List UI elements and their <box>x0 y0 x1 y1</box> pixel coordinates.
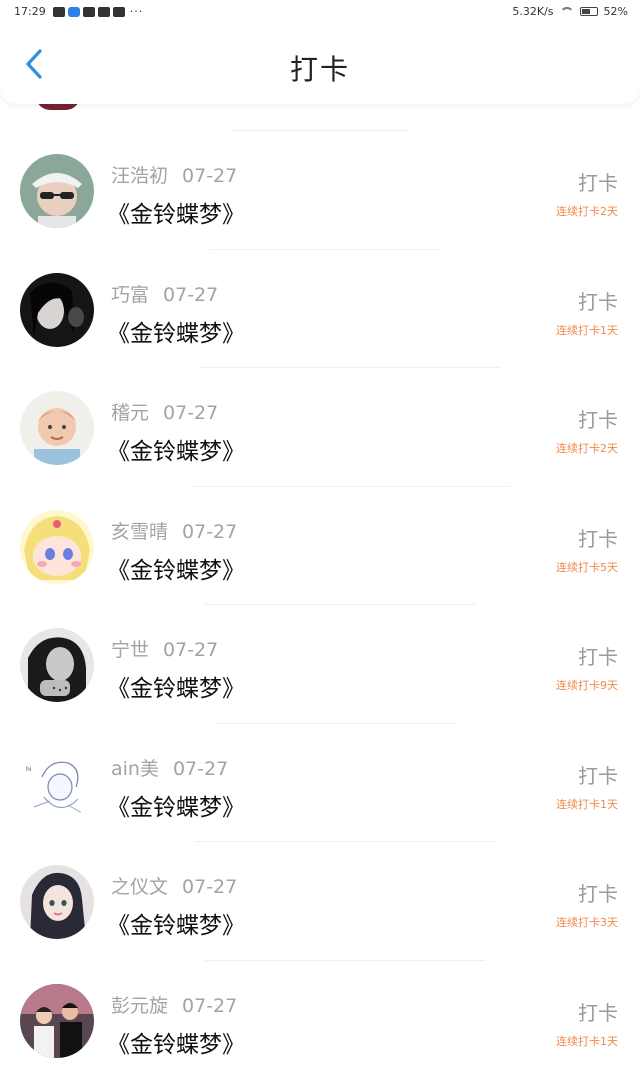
streak-badge: 连续打卡1天 <box>556 322 618 338</box>
checkin-date: 07-27 <box>163 402 218 424</box>
avatar[interactable] <box>20 984 94 1058</box>
streak-badge: 连续打卡3天 <box>556 914 618 930</box>
book-title[interactable]: 《金铃蝶梦》 <box>107 314 245 348</box>
user-name[interactable]: 巧富 <box>111 284 149 306</box>
avatar[interactable] <box>20 628 94 702</box>
user-name[interactable]: 汪浩初 <box>111 165 168 187</box>
user-meta: 宁世 07-27 <box>111 635 218 662</box>
checkin-date: 07-27 <box>163 284 218 306</box>
avatar-image <box>20 628 94 702</box>
network-speed: 5.32K/s <box>512 5 553 18</box>
more-notifications: ··· <box>130 5 144 18</box>
checkin-button[interactable]: 打卡 <box>578 523 618 552</box>
battery-icon <box>580 7 598 16</box>
checkin-date: 07-27 <box>182 521 237 543</box>
avatar-image <box>20 984 94 1058</box>
book-title[interactable]: 《金铃蝶梦》 <box>107 906 245 940</box>
status-bar: 17:29 ··· 5.32K/s 52% <box>0 0 640 24</box>
user-meta: 之仪文 07-27 <box>111 872 237 899</box>
list-item[interactable]: 稽元 07-27 《金铃蝶梦》 打卡连续打卡2天 <box>0 368 640 487</box>
streak-badge: 连续打卡1天 <box>556 1033 618 1049</box>
list-item[interactable]: 宁世 07-27 《金铃蝶梦》 打卡连续打卡9天 <box>0 605 640 724</box>
avatar[interactable] <box>20 510 94 584</box>
list-item[interactable]: 亥雪晴 07-27 《金铃蝶梦》 打卡连续打卡5天 <box>0 487 640 606</box>
user-name[interactable]: 稽元 <box>111 402 149 424</box>
avatar[interactable]: hi <box>20 747 94 821</box>
avatar[interactable] <box>20 154 94 228</box>
user-meta: ain美 07-27 <box>111 754 228 781</box>
avatar[interactable] <box>20 273 94 347</box>
checkin-date: 07-27 <box>163 639 218 661</box>
checkin-button[interactable]: 打卡 <box>578 167 618 196</box>
avatar[interactable] <box>20 865 94 939</box>
avatar-image <box>20 273 94 347</box>
user-name[interactable]: 亥雪晴 <box>111 521 168 543</box>
streak-badge: 连续打卡2天 <box>556 203 618 219</box>
book-title[interactable]: 《金铃蝶梦》 <box>107 195 245 229</box>
streak-badge: 连续打卡5天 <box>556 559 618 575</box>
checkin-button[interactable]: 打卡 <box>578 997 618 1026</box>
checkin-list: 汪浩初07-27《金铃蝶梦》打卡连续打卡2天巧富07-27《金铃蝶梦》打卡连续打… <box>0 131 640 1079</box>
list-item[interactable]: 巧富 07-27 《金铃蝶梦》 打卡连续打卡1天 <box>0 250 640 369</box>
list-item[interactable]: hi ain美 07-27 《金铃蝶梦》 打卡连续打卡1天 <box>0 724 640 843</box>
notification-icon <box>113 7 125 17</box>
notification-icon <box>83 7 95 17</box>
status-left: 17:29 ··· <box>14 5 143 18</box>
avatar-image <box>20 510 94 584</box>
avatar-image: hi <box>20 747 94 821</box>
battery-level: 52% <box>604 5 628 18</box>
avatar-image <box>20 154 94 228</box>
page-title: 打卡 <box>0 48 640 88</box>
list-item[interactable]: 之仪文 07-27 《金铃蝶梦》 打卡连续打卡3天 <box>0 842 640 961</box>
notification-icon <box>98 7 110 17</box>
streak-badge: 连续打卡9天 <box>556 677 618 693</box>
checkin-date: 07-27 <box>182 876 237 898</box>
user-meta: 亥雪晴 07-27 <box>111 517 237 544</box>
list-item[interactable]: 彭元旋 07-27 《金铃蝶梦》 打卡连续打卡1天 <box>0 961 640 1079</box>
user-meta: 稽元 07-27 <box>111 398 218 425</box>
status-right: 5.32K/s 52% <box>512 5 628 18</box>
checkin-button[interactable]: 打卡 <box>578 760 618 789</box>
book-title[interactable]: 《金铃蝶梦》 <box>107 669 245 703</box>
user-name[interactable]: ain美 <box>111 758 159 780</box>
header-bar: 打卡 <box>0 26 640 104</box>
streak-badge: 连续打卡2天 <box>556 440 618 456</box>
list-item[interactable]: 汪浩初 07-27 《金铃蝶梦》 打卡连续打卡2天 <box>0 131 640 250</box>
checkin-date: 07-27 <box>173 758 228 780</box>
checkin-button[interactable]: 打卡 <box>578 286 618 315</box>
notification-icon <box>53 7 65 17</box>
streak-badge: 连续打卡1天 <box>556 796 618 812</box>
user-name[interactable]: 彭元旋 <box>111 995 168 1017</box>
checkin-date: 07-27 <box>182 995 237 1017</box>
app-notification-icon <box>68 7 80 17</box>
book-title[interactable]: 《金铃蝶梦》 <box>107 432 245 466</box>
checkin-date: 07-27 <box>182 165 237 187</box>
user-name[interactable]: 之仪文 <box>111 876 168 898</box>
status-time: 17:29 <box>14 5 46 18</box>
user-name[interactable]: 宁世 <box>111 639 149 661</box>
book-title[interactable]: 《金铃蝶梦》 <box>107 551 245 585</box>
user-meta: 汪浩初 07-27 <box>111 161 237 188</box>
book-title[interactable]: 《金铃蝶梦》 <box>107 788 245 822</box>
checkin-button[interactable]: 打卡 <box>578 404 618 433</box>
book-title[interactable]: 《金铃蝶梦》 <box>107 1025 245 1059</box>
avatar-image <box>20 865 94 939</box>
avatar-image <box>20 391 94 465</box>
svg-text:hi: hi <box>26 766 32 773</box>
avatar[interactable] <box>20 391 94 465</box>
checkin-button[interactable]: 打卡 <box>578 641 618 670</box>
user-meta: 巧富 07-27 <box>111 280 218 307</box>
checkin-button[interactable]: 打卡 <box>578 878 618 907</box>
user-meta: 彭元旋 07-27 <box>111 991 237 1018</box>
wifi-icon <box>560 7 574 17</box>
